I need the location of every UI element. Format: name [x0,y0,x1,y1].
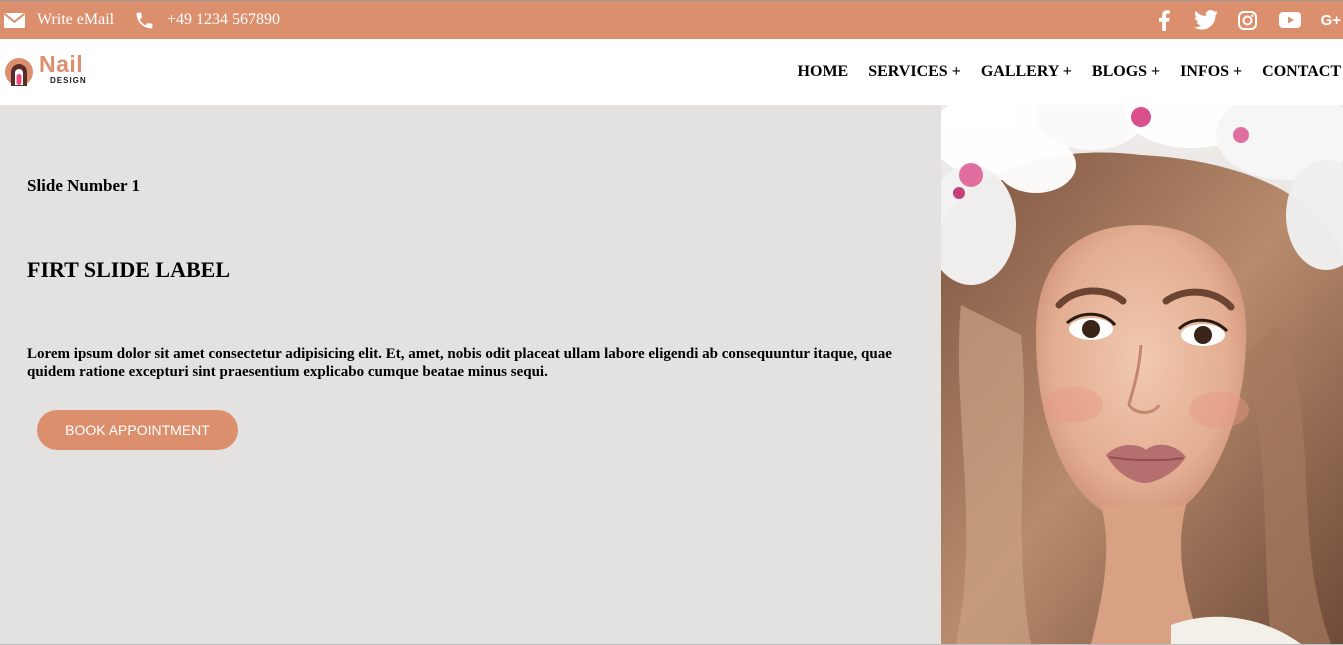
slide-text: Lorem ipsum dolor sit amet consectetur a… [27,346,892,380]
instagram-icon[interactable] [1237,10,1257,30]
phone-icon [134,10,155,31]
site-logo[interactable]: Nail DESIGN [4,51,96,87]
twitter-icon[interactable] [1193,10,1218,30]
nav-gallery[interactable]: GALLERY + [981,63,1072,81]
main-nav: HOME SERVICES + GALLERY + BLOGS + INFOS … [778,39,1341,105]
top-bar: Write eMail +49 1234 567890 G+ [0,0,1343,39]
nav-home[interactable]: HOME [798,63,849,81]
envelope-icon [4,12,25,28]
youtube-icon[interactable] [1278,12,1301,28]
social-links: G+ [1158,1,1343,39]
email-label: Write eMail [37,11,115,28]
logo-word: Nail [39,51,84,77]
nav-infos[interactable]: INFOS + [1180,63,1242,81]
facebook-icon[interactable] [1158,9,1170,31]
main-header: Nail DESIGN HOME SERVICES + GALLERY + BL… [0,39,1343,105]
phone-label: +49 1234 567890 [167,11,281,28]
email-link[interactable]: Write eMail [4,1,114,39]
logo-subtitle: DESIGN [50,76,87,85]
nail-logo-icon [4,57,34,87]
book-appointment-button[interactable]: BOOK APPOINTMENT [37,410,238,450]
slide-number: Slide Number 1 [27,176,141,195]
hero-slide: Slide Number 1 FIRT SLIDE LABEL Lorem ip… [0,105,941,644]
nav-contact[interactable]: CONTACT [1262,63,1341,81]
slide-label: FIRT SLIDE LABEL [27,257,231,282]
nav-blogs[interactable]: BLOGS + [1092,63,1160,81]
woman-portrait-image [941,105,1343,644]
google-plus-icon[interactable]: G+ [1321,12,1341,29]
nav-services[interactable]: SERVICES + [868,63,961,81]
phone-link[interactable]: +49 1234 567890 [134,1,280,39]
